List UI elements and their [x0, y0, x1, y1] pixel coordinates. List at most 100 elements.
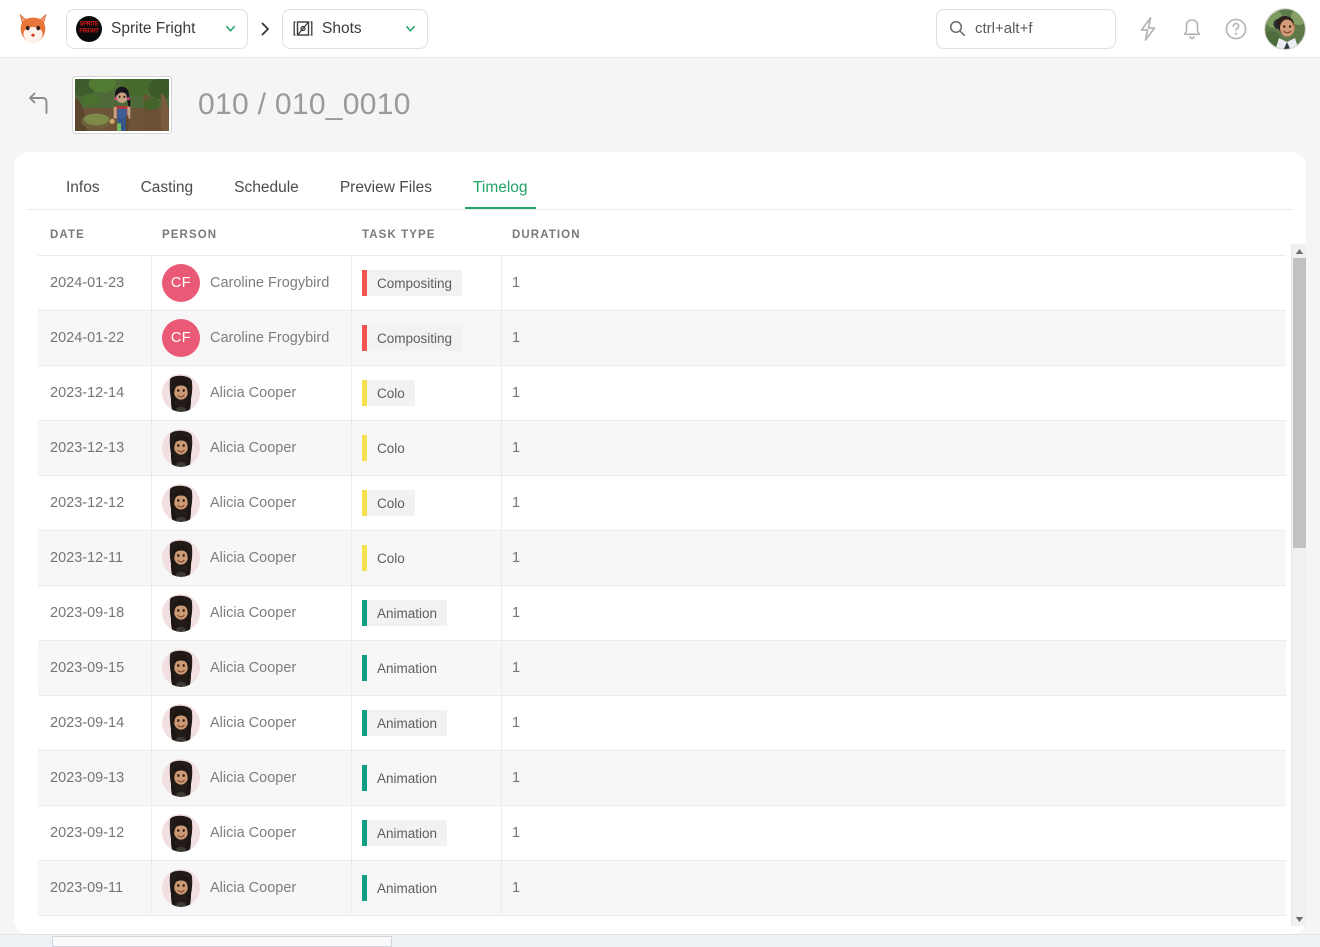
project-selector[interactable]: SPRITE FRIGHT Sprite Fright	[66, 8, 248, 49]
task-type-chip[interactable]: Animation	[362, 875, 447, 901]
section-selector[interactable]: Shots	[282, 8, 428, 49]
person-avatar	[162, 429, 200, 467]
cell-date: 2023-09-15	[38, 640, 152, 696]
horizontal-scrollbar-thumb[interactable]	[52, 936, 392, 947]
duration-value: 1	[512, 550, 521, 566]
table-row[interactable]: 2023-09-15 Alicia Cooper Animation 1	[38, 640, 1286, 696]
cell-person: Alicia Cooper	[152, 750, 352, 806]
task-type-chip[interactable]: Colo	[362, 435, 415, 461]
cell-duration: 1	[502, 696, 1286, 751]
table-row[interactable]: 2023-12-14 Alicia Cooper Colo 1	[38, 365, 1286, 421]
cell-person: Alicia Cooper	[152, 695, 352, 751]
table-header-row: DATE PERSON TASK TYPE DURATION	[38, 211, 1306, 249]
cell-task-type: Animation	[352, 750, 502, 806]
timelog-date: 2024-01-22	[50, 330, 125, 346]
table-row[interactable]: 2023-09-12 Alicia Cooper Animation 1	[38, 805, 1286, 861]
tab-schedule[interactable]: Schedule	[226, 179, 307, 209]
film-icon	[293, 20, 313, 36]
cell-person: CF Caroline Frogybird	[152, 256, 352, 311]
table-row[interactable]: 2024-01-22 CF Caroline Frogybird Composi…	[38, 310, 1286, 366]
timelog-table: DATE PERSON TASK TYPE DURATION 2024-01-2…	[14, 211, 1306, 934]
shot-thumbnail[interactable]	[72, 76, 172, 134]
task-type-color-bar	[362, 875, 367, 901]
cell-duration: 1	[502, 256, 1286, 311]
task-type-chip[interactable]: Animation	[362, 655, 447, 681]
person-name: Alicia Cooper	[210, 715, 297, 731]
cell-person: Alicia Cooper	[152, 860, 352, 916]
back-arrow-icon[interactable]	[26, 92, 50, 118]
tab-timelog[interactable]: Timelog	[464, 179, 536, 209]
table-row[interactable]: 2023-09-13 Alicia Cooper Animation 1	[38, 750, 1286, 806]
task-type-chip[interactable]: Colo	[362, 545, 415, 571]
cell-date: 2024-01-23	[38, 256, 152, 311]
cell-date: 2023-12-13	[38, 420, 152, 476]
cell-duration: 1	[502, 806, 1286, 861]
cell-date: 2023-09-14	[38, 695, 152, 751]
tab-preview-files[interactable]: Preview Files	[332, 179, 440, 209]
cell-duration: 1	[502, 476, 1286, 531]
table-row[interactable]: 2023-12-11 Alicia Cooper Colo 1	[38, 530, 1286, 586]
task-type-color-bar	[362, 380, 367, 406]
column-header-date[interactable]: DATE	[38, 229, 152, 241]
task-type-label: Compositing	[377, 275, 453, 291]
task-type-color-bar	[362, 765, 367, 791]
table-row[interactable]: 2023-09-18 Alicia Cooper Animation 1	[38, 585, 1286, 641]
vertical-scrollbar-thumb[interactable]	[1293, 258, 1306, 548]
table-row[interactable]: 2023-12-13 Alicia Cooper Colo 1	[38, 420, 1286, 476]
cell-person: Alicia Cooper	[152, 585, 352, 641]
person-name: Alicia Cooper	[210, 825, 297, 841]
task-type-chip[interactable]: Animation	[362, 765, 447, 791]
task-type-chip[interactable]: Colo	[362, 380, 415, 406]
avatar[interactable]	[1264, 7, 1306, 50]
person-name: Alicia Cooper	[210, 495, 297, 511]
column-header-task-type[interactable]: TASK TYPE	[352, 229, 502, 241]
person-name: Alicia Cooper	[210, 550, 297, 566]
cell-duration: 1	[502, 311, 1286, 366]
duration-value: 1	[512, 605, 521, 621]
person-avatar: CF	[162, 264, 200, 302]
cell-person: Alicia Cooper	[152, 805, 352, 861]
column-header-person[interactable]: PERSON	[152, 229, 352, 241]
task-type-chip[interactable]: Animation	[362, 710, 448, 736]
cell-task-type: Compositing	[352, 310, 502, 366]
cell-task-type: Animation	[352, 640, 502, 696]
task-type-label: Animation	[377, 715, 438, 731]
column-header-duration[interactable]: DURATION	[502, 229, 1306, 241]
search-input[interactable]	[975, 20, 1093, 37]
scroll-up-button[interactable]	[1292, 244, 1307, 258]
task-type-label: Animation	[377, 605, 438, 621]
fox-logo[interactable]	[14, 10, 52, 48]
search-box[interactable]	[936, 8, 1116, 49]
content-card: Infos Casting Schedule Preview Files Tim…	[14, 152, 1306, 934]
cell-person: Alicia Cooper	[152, 530, 352, 586]
task-type-chip[interactable]: Animation	[362, 600, 448, 626]
notifications-button[interactable]	[1170, 7, 1214, 51]
person-name: Alicia Cooper	[210, 385, 297, 401]
table-row[interactable]: 2023-09-11 Alicia Cooper Animation 1	[38, 860, 1286, 916]
tab-casting[interactable]: Casting	[133, 179, 202, 209]
table-row[interactable]: 2023-12-12 Alicia Cooper Colo 1	[38, 475, 1286, 531]
vertical-scrollbar[interactable]	[1291, 244, 1306, 926]
task-type-chip[interactable]: Colo	[362, 490, 415, 516]
cell-person: Alicia Cooper	[152, 475, 352, 531]
search-icon	[949, 20, 966, 37]
person-name: Alicia Cooper	[210, 770, 297, 786]
quick-actions-button[interactable]	[1126, 7, 1170, 51]
task-type-chip[interactable]: Compositing	[362, 325, 463, 351]
timelog-date: 2023-12-12	[50, 495, 125, 511]
horizontal-scrollbar[interactable]	[0, 934, 1320, 947]
tab-infos[interactable]: Infos	[58, 179, 108, 209]
top-navigation-bar: SPRITE FRIGHT Sprite Fright Shots	[0, 0, 1320, 58]
help-circle-icon	[1225, 18, 1247, 39]
help-button[interactable]	[1214, 7, 1258, 51]
table-row[interactable]: 2024-01-23 CF Caroline Frogybird Composi…	[38, 256, 1286, 311]
timelog-date: 2023-12-11	[50, 550, 124, 566]
duration-value: 1	[512, 440, 521, 456]
task-type-chip[interactable]: Compositing	[362, 270, 463, 296]
scroll-down-button[interactable]	[1292, 912, 1307, 926]
table-row[interactable]: 2023-09-14 Alicia Cooper Animation 1	[38, 695, 1286, 751]
task-type-chip[interactable]: Animation	[362, 820, 448, 846]
task-type-label: Animation	[377, 825, 438, 841]
person-name: Caroline Frogybird	[210, 330, 330, 346]
duration-value: 1	[512, 275, 521, 291]
